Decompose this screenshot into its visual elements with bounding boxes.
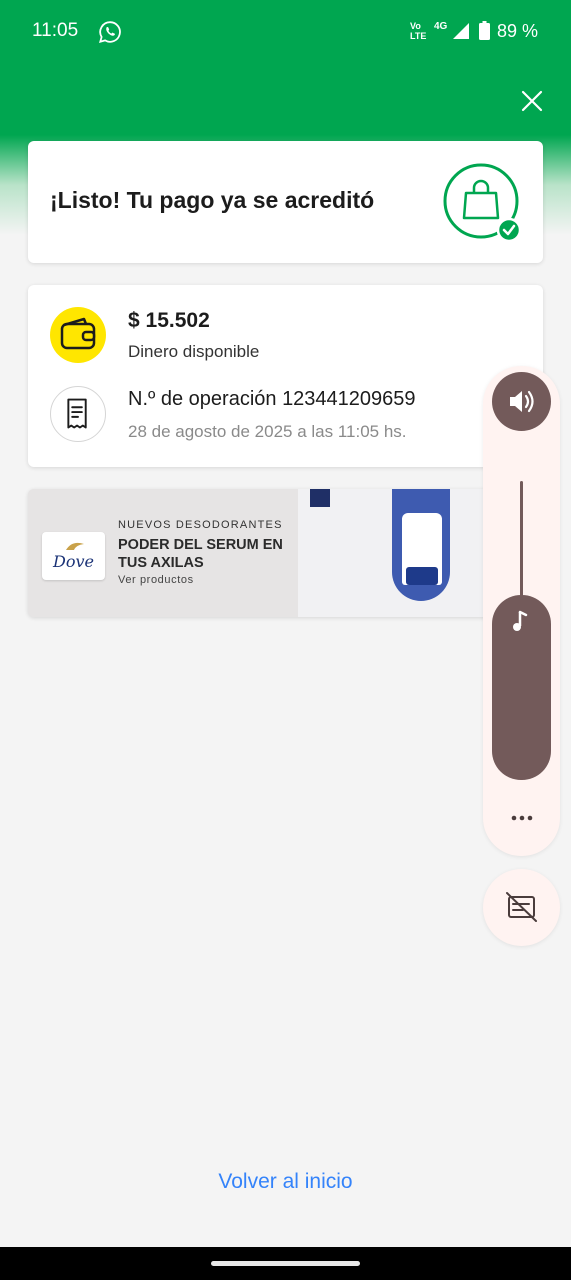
ad-kicker: NUEVOS DESODORANTES — [118, 519, 283, 531]
home-gesture-handle[interactable] — [211, 1261, 360, 1266]
status-bar: 11:05 Vo LTE 4G 89 % — [0, 0, 571, 64]
more-horizontal-icon[interactable] — [509, 810, 535, 826]
speaker-icon — [510, 390, 534, 413]
captions-button[interactable] — [483, 869, 560, 946]
dove-ad-banner[interactable]: Dove NUEVOS DESODORANTES PODER DEL SERUM… — [28, 489, 543, 617]
navigation-bar — [0, 1247, 571, 1280]
volume-panel — [483, 366, 560, 856]
receipt-icon-circle — [50, 386, 106, 442]
operation-date: 28 de agosto de 2025 a las 11:05 hs. — [128, 422, 407, 441]
music-note-icon — [513, 610, 528, 631]
speaker-button[interactable] — [492, 372, 551, 431]
wallet-icon-circle — [50, 307, 106, 363]
dove-logo: Dove — [42, 532, 105, 580]
battery-percent: 89 % — [497, 21, 539, 41]
back-to-home-link[interactable]: Volver al inicio — [0, 1170, 571, 1194]
ad-text-panel: Dove NUEVOS DESODORANTES PODER DEL SERUM… — [28, 489, 298, 617]
available-amount: $ 15.502 — [128, 309, 210, 332]
ad-new-tag — [310, 489, 330, 507]
status-time: 11:05 — [32, 20, 79, 41]
volte-bottom-label: LTE — [410, 31, 427, 41]
captions-off-icon — [506, 892, 537, 922]
receipt-icon — [67, 398, 87, 429]
wallet-icon — [60, 317, 96, 350]
signal-icon — [453, 23, 469, 39]
success-card: ¡Listo! Tu pago ya se acreditó — [28, 141, 543, 263]
battery-icon — [479, 21, 490, 40]
success-title: ¡Listo! Tu pago ya se acreditó — [50, 187, 375, 213]
dove-logo-text: Dove — [53, 552, 94, 571]
shopping-bag-check-icon — [443, 163, 522, 243]
volte-top-label: Vo — [410, 21, 421, 31]
network-type: 4G — [434, 21, 448, 32]
ad-headline: PODER DEL SERUM EN TUS AXILAS — [118, 537, 283, 571]
product-tube-cap — [406, 567, 438, 585]
operation-number: N.º de operación 123441209659 — [128, 388, 416, 410]
volume-slider-fill[interactable] — [492, 595, 551, 780]
available-amount-label: Dinero disponible — [128, 342, 260, 361]
ad-cta-link[interactable]: Ver productos — [118, 574, 194, 586]
close-icon[interactable] — [515, 84, 549, 118]
volte-indicator: Vo LTE — [410, 21, 426, 41]
whatsapp-icon — [99, 21, 121, 43]
payment-details-card: $ 15.502 Dinero disponible N.º de operac… — [28, 285, 543, 467]
